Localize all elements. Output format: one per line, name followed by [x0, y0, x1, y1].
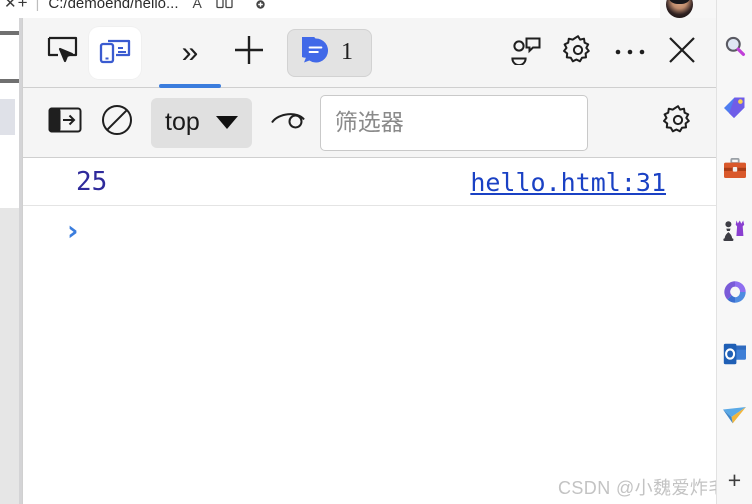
send-feedback-button[interactable]: [500, 27, 552, 79]
console-filter-input[interactable]: [334, 109, 573, 136]
page-left-white-block: [0, 151, 15, 208]
chevron-double-right-icon: »: [181, 35, 199, 69]
live-expression-button[interactable]: [262, 97, 314, 149]
add-to-collections-icon[interactable]: [247, 0, 266, 13]
console-log-row[interactable]: 25 hello.html:31: [23, 158, 716, 206]
active-tab-underline: [159, 83, 221, 88]
page-left-bar: [0, 31, 21, 35]
devtools-settings-button[interactable]: [552, 27, 604, 79]
eye-icon: [270, 107, 306, 138]
profile-avatar[interactable]: [666, 0, 693, 18]
feedback-person-icon: [509, 35, 543, 70]
sidebar-panel-icon: [48, 107, 82, 138]
watermark-text: CSDN @小魏爱炸毛: [558, 478, 727, 498]
split-screen-icon[interactable]: [216, 0, 233, 12]
more-panels-button[interactable]: »: [159, 18, 221, 88]
plus-icon: [231, 32, 267, 73]
sidebar-item-drop[interactable]: [717, 392, 752, 439]
screenshot-root: ✕ + | C:/demoend/hello... A » 1 top 筛选器 …: [0, 0, 752, 504]
javascript-context-selector[interactable]: top: [151, 97, 252, 148]
sidebar-item-microsoft365[interactable]: [717, 269, 752, 316]
new-tab-button[interactable]: +: [18, 0, 28, 13]
console-toolbar: top: [23, 88, 716, 158]
no-entry-icon: [101, 104, 133, 141]
console-log-source-link[interactable]: hello.html:31: [470, 168, 666, 197]
message-bubble-icon: [293, 33, 329, 69]
sidebar-item-outlook[interactable]: [717, 330, 752, 377]
console-sidebar-toggle-button[interactable]: [39, 97, 91, 149]
close-icon: [666, 34, 698, 71]
briefcase-icon: [723, 158, 747, 179]
console-output: 25 hello.html:31 ›: [23, 158, 716, 258]
edge-sidebar: +: [716, 0, 752, 504]
console-settings-button[interactable]: [652, 97, 704, 149]
address-bar-text[interactable]: C:/demoend/hello...: [48, 0, 178, 12]
add-panel-button[interactable]: [221, 23, 277, 83]
browser-chrome: ✕ + | C:/demoend/hello... A: [0, 0, 752, 18]
clear-console-button[interactable]: [91, 97, 143, 149]
devtools-main-toolbar: » 1: [23, 18, 716, 88]
tab-close-icon[interactable]: ✕: [4, 0, 17, 12]
chrome-separator: |: [35, 0, 40, 12]
console-filter-box[interactable]: [319, 94, 588, 151]
prompt-caret-icon: ›: [67, 214, 79, 247]
inspect-cursor-icon: [46, 35, 80, 70]
gear-icon: [661, 103, 695, 142]
paperplane-icon: [722, 406, 747, 425]
page-left-bar: [0, 79, 21, 83]
devtools-panel: » 1 top 筛选器 25 hello.html:31 ›: [22, 18, 716, 504]
console-log-value: 25: [76, 167, 108, 197]
devtools-close-button[interactable]: [656, 27, 708, 79]
sidebar-item-tools[interactable]: [717, 146, 752, 193]
sidebar-item-shopping[interactable]: [717, 84, 752, 131]
search-icon: [724, 35, 746, 57]
sidebar-add-button[interactable]: +: [717, 457, 752, 504]
tag-icon: [723, 96, 746, 119]
page-left-gray-block: [0, 208, 19, 504]
devtools-more-options-button[interactable]: [604, 27, 656, 79]
gear-icon: [561, 33, 595, 72]
toggle-device-toolbar-button[interactable]: [89, 26, 141, 79]
page-left-highlight: [0, 99, 15, 135]
device-toolbar-icon: [98, 35, 132, 70]
chevron-down-icon: [215, 116, 238, 129]
sidebar-item-games[interactable]: [717, 207, 752, 254]
plus-icon: +: [727, 467, 742, 494]
message-count-label: 1: [341, 39, 353, 65]
console-message-counter[interactable]: 1: [287, 28, 372, 77]
chess-icon: [722, 219, 747, 242]
office-icon: [723, 280, 747, 304]
sidebar-item-search[interactable]: [717, 22, 752, 69]
context-selected-label: top: [165, 108, 200, 136]
console-prompt-row[interactable]: ›: [23, 206, 716, 258]
outlook-icon: [723, 343, 747, 365]
ellipsis-icon: [613, 44, 647, 62]
inspect-element-button[interactable]: [37, 27, 89, 79]
read-aloud-icon[interactable]: A: [193, 0, 202, 11]
